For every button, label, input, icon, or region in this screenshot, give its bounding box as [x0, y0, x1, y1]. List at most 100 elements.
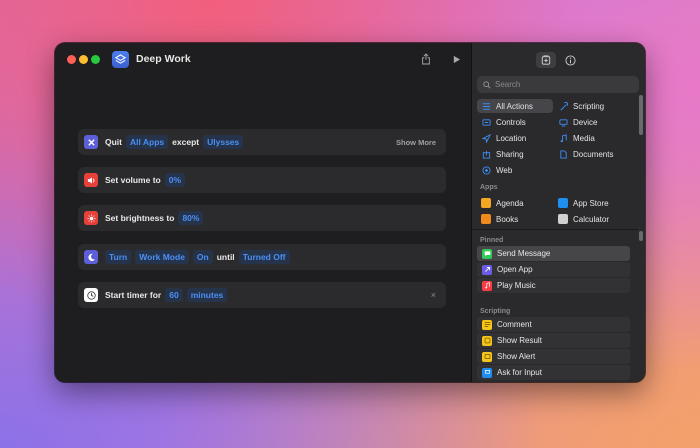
action-label: Show Alert [497, 352, 536, 361]
show-more-button[interactable]: Show More [396, 138, 436, 147]
sun-icon [84, 211, 98, 225]
minimize-window-button[interactable] [79, 55, 88, 64]
action-label: Ask for Input [497, 368, 542, 377]
action-focus[interactable]: Turn Work Mode On until Turned Off [78, 244, 446, 270]
device-icon [558, 117, 568, 127]
shortcuts-window: Deep Work Quit All Apps except Ulysses Show … [55, 43, 645, 382]
title-bar: Deep Work [55, 43, 471, 77]
search-input[interactable] [495, 80, 625, 89]
action-send-message[interactable]: Send Message [477, 246, 630, 261]
action-brightness[interactable]: Set brightness to 80% [78, 205, 446, 231]
parameter-token[interactable]: All Apps [126, 135, 169, 149]
action-text: until [216, 252, 235, 262]
show-result-icon [482, 335, 492, 346]
parameter-token[interactable]: On [192, 250, 213, 264]
search-icon [483, 80, 491, 89]
category-media[interactable]: Media [554, 131, 630, 145]
action-library-tab[interactable] [536, 52, 556, 68]
category-label: Location [496, 133, 527, 143]
clock-icon [84, 288, 98, 302]
shortcut-title[interactable]: Deep Work [136, 53, 191, 65]
run-button[interactable] [449, 52, 463, 66]
moon-icon [84, 250, 98, 264]
search-bar [477, 76, 639, 93]
scripting-header: Scripting [480, 308, 511, 315]
share-icon [422, 53, 430, 65]
category-documents[interactable]: Documents [554, 147, 630, 161]
comment-icon [482, 319, 492, 330]
parameter-token[interactable]: Turn [105, 250, 132, 264]
action-text: Quit [105, 137, 122, 147]
action-show-result[interactable]: Show Result [477, 333, 630, 348]
action-text: Set volume to [105, 175, 161, 185]
category-location[interactable]: Location [477, 131, 553, 145]
category-all-actions[interactable]: All Actions [477, 99, 553, 113]
app-calculator[interactable]: Calculator [554, 212, 630, 226]
parameter-token[interactable]: 80% [178, 211, 204, 225]
app-label: Agenda [496, 198, 524, 208]
agenda-icon [481, 198, 491, 208]
action-text: Set brightness to [105, 213, 175, 223]
action-label: Show Result [497, 336, 542, 345]
controls-icon [481, 117, 491, 127]
parameter-token[interactable]: 60 [165, 288, 183, 302]
action-open-app[interactable]: Open App [477, 262, 630, 277]
library-top-scrollbar[interactable] [639, 95, 643, 135]
action-timer[interactable]: Start timer for 60 minutes × [78, 282, 446, 308]
music-note-icon [558, 133, 568, 143]
parameter-token[interactable]: Work Mode [135, 250, 189, 264]
action-show-alert[interactable]: Show Alert [477, 349, 630, 364]
app-books[interactable]: Books [477, 212, 553, 226]
music-icon [482, 280, 492, 291]
info-icon [564, 54, 576, 66]
category-web[interactable]: Web [477, 163, 553, 177]
pinned-header: Pinned [480, 237, 504, 244]
speaker-icon [84, 173, 98, 187]
parameter-token[interactable]: Ulysses [203, 135, 244, 149]
action-ask-for-input[interactable]: Ask for Input [477, 365, 630, 380]
category-label: All Actions [496, 101, 533, 111]
zoom-window-button[interactable] [91, 55, 100, 64]
action-label: Comment [497, 320, 532, 329]
action-text: except [172, 137, 200, 147]
close-window-button[interactable] [67, 55, 76, 64]
parameter-token[interactable]: minutes [186, 288, 228, 302]
list-icon [481, 101, 491, 111]
action-volume[interactable]: Set volume to 0% [78, 167, 446, 193]
sharing-icon [481, 149, 491, 159]
scripting-icon [558, 101, 568, 111]
category-sharing[interactable]: Sharing [477, 147, 553, 161]
suggestions-scrollbar[interactable] [639, 231, 643, 241]
play-icon [453, 55, 460, 63]
web-icon [481, 165, 491, 175]
app-app-store[interactable]: App Store [554, 196, 630, 210]
app-store-icon [558, 198, 568, 208]
details-tab[interactable] [561, 52, 579, 68]
action-label: Open App [497, 265, 533, 274]
remove-action-button[interactable]: × [431, 290, 436, 300]
parameter-token[interactable]: Turned Off [238, 250, 290, 264]
section-divider [472, 229, 638, 230]
action-play-music[interactable]: Play Music [477, 278, 630, 293]
app-agenda[interactable]: Agenda [477, 196, 553, 210]
category-scripting[interactable]: Scripting [554, 99, 630, 113]
action-label: Play Music [497, 281, 536, 290]
action-label: Send Message [497, 249, 551, 258]
action-quit[interactable]: Quit All Apps except Ulysses Show More [78, 129, 446, 155]
location-icon [481, 133, 491, 143]
action-comment[interactable]: Comment [477, 317, 630, 332]
category-controls[interactable]: Controls [477, 115, 553, 129]
category-label: Documents [573, 149, 614, 159]
category-label: Controls [496, 117, 526, 127]
message-icon [482, 248, 492, 259]
shortcut-icon[interactable] [112, 51, 129, 68]
ask-input-icon [482, 367, 492, 378]
show-alert-icon [482, 351, 492, 362]
share-button[interactable] [419, 52, 433, 66]
app-label: App Store [573, 198, 609, 208]
app-label: Calculator [573, 214, 610, 224]
action-text: Start timer for [105, 290, 162, 300]
category-device[interactable]: Device [554, 115, 630, 129]
books-icon [481, 214, 491, 224]
parameter-token[interactable]: 0% [164, 173, 186, 187]
